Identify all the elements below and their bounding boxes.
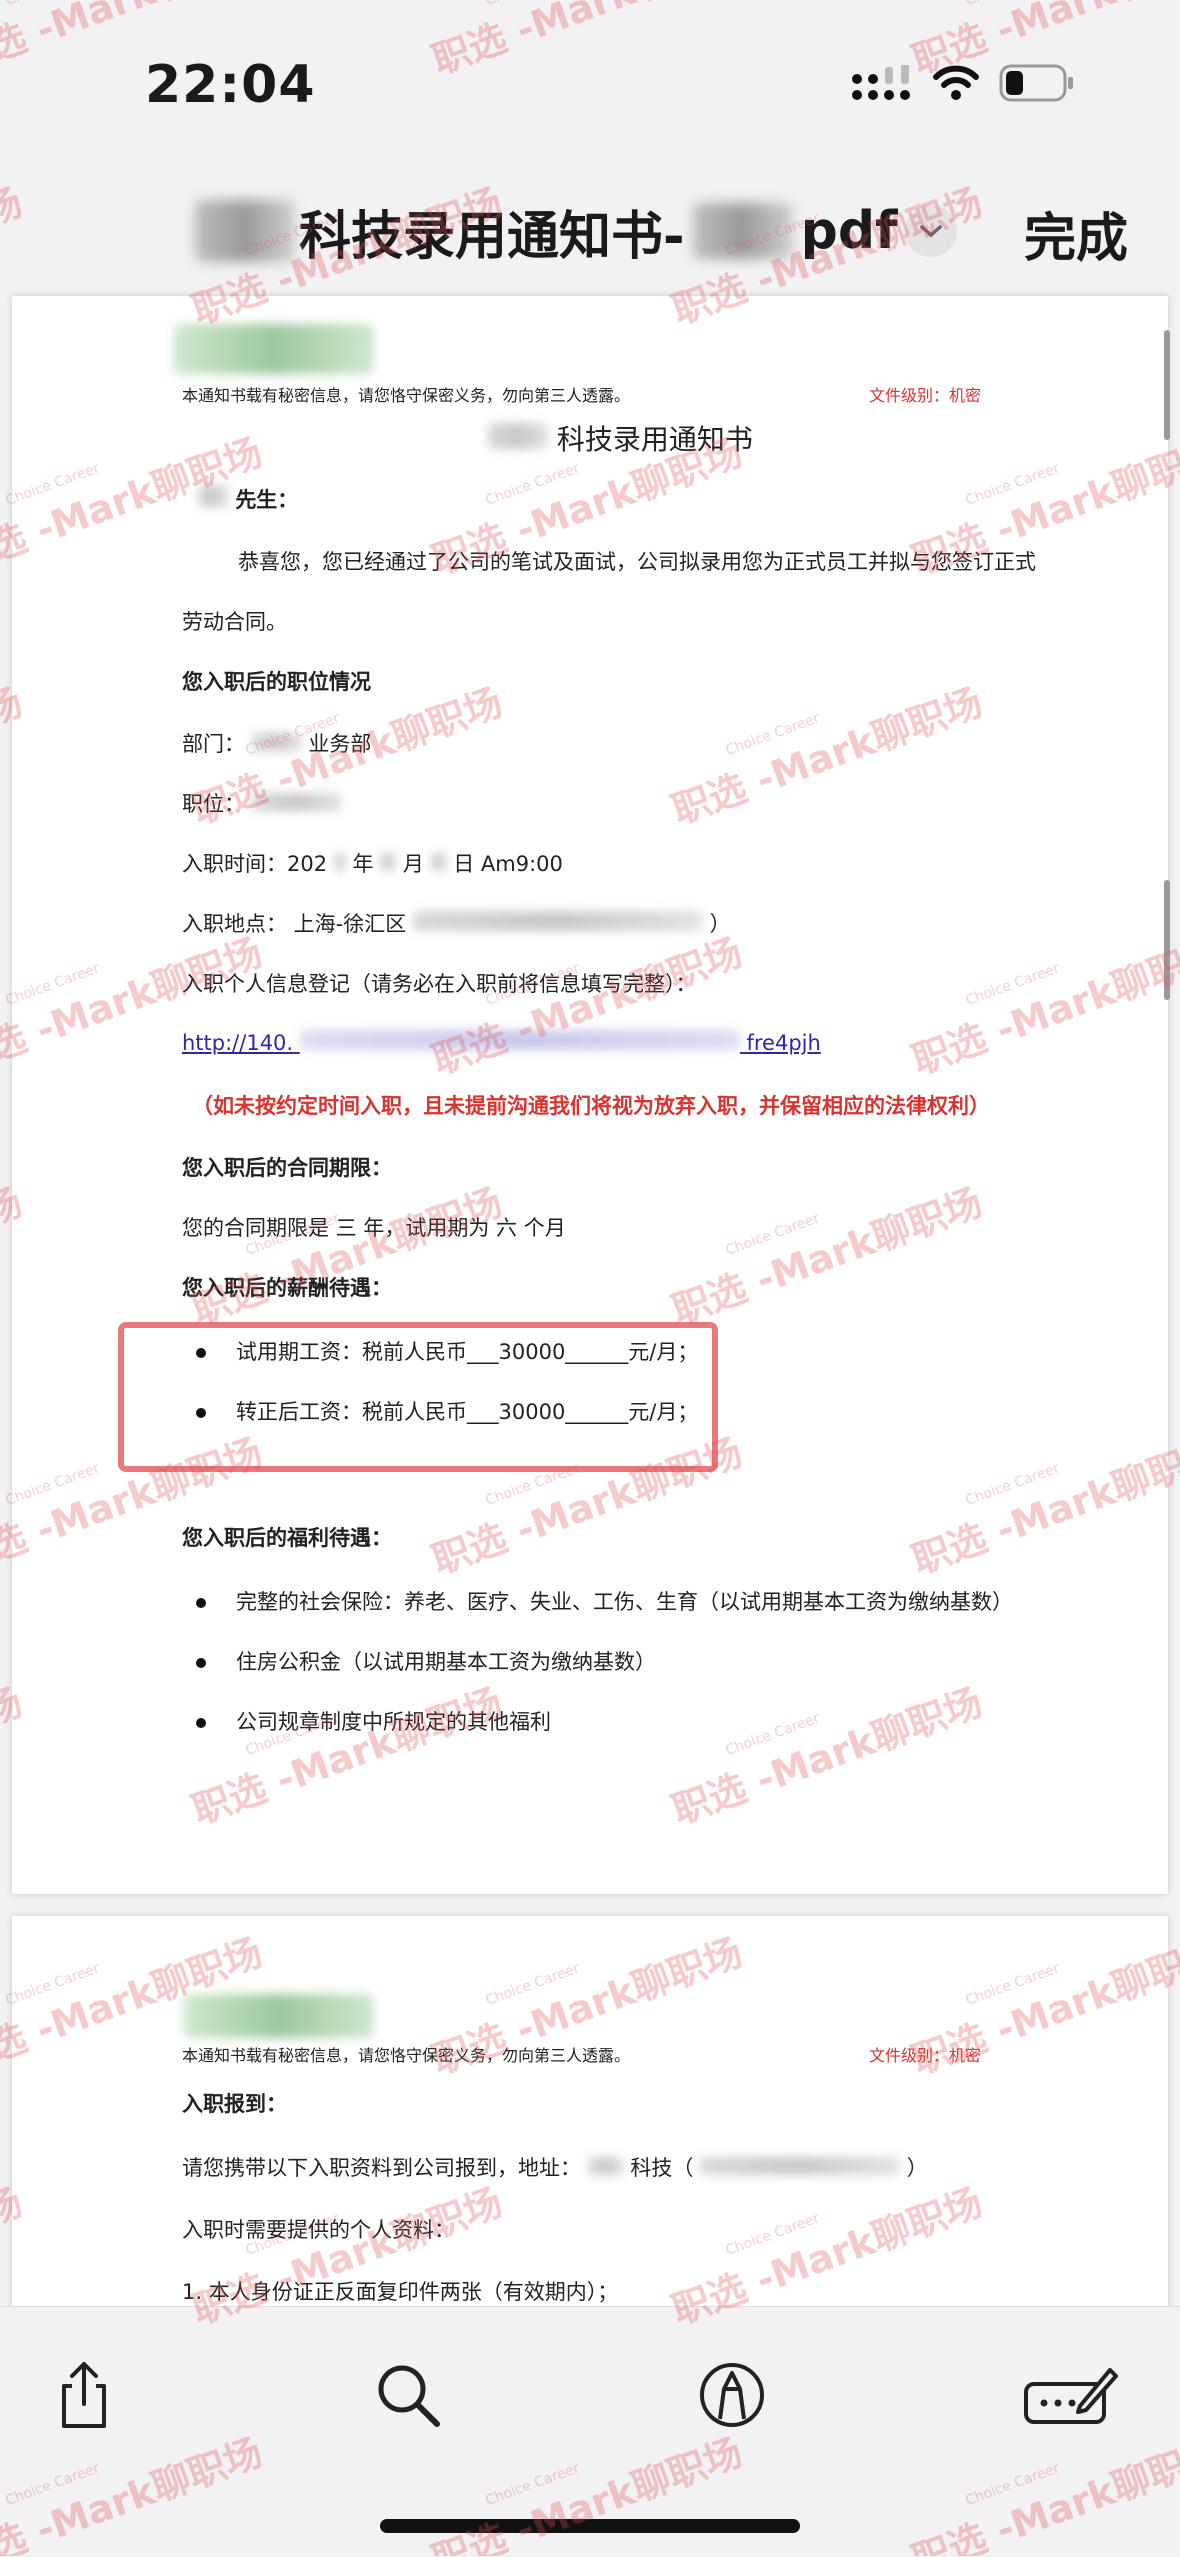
link-prefix: http://140. [182,1031,294,1055]
department-label: 部门： [182,732,245,756]
welfare-item-text: 住房公积金（以试用期基本工资为缴纳基数） [236,1650,656,1674]
department-line: 部门： 业务部 [182,728,371,758]
file-level: 文件级别：机密 [869,2046,982,2065]
redacted-address [700,2157,901,2175]
salutation: 先生： [198,484,298,514]
company-logo [174,324,374,374]
done-button[interactable]: 完成 [1024,196,1128,271]
scroll-indicator[interactable] [1164,330,1170,440]
start-time-day: 日 Am9:00 [453,852,563,876]
share-icon [62,2362,106,2428]
redacted-link [299,1030,740,1050]
signal-icon [851,65,913,101]
start-time-year: 年 [352,852,374,876]
report-text-end: ） [906,2156,928,2180]
position-label: 职位： [182,792,245,816]
pdf-page-2[interactable]: 本通知书载有秘密信息，请您恪守保密义务，勿向第三人透露。 文件级别：机密 入职报… [12,1916,1168,2336]
contract-heading: 您入职后的合同期限： [182,1156,392,1180]
redacted-day [430,853,447,871]
intro-line-2: 劳动合同。 [182,610,287,634]
status-bar: 22:04 [0,0,1180,150]
bullet-icon [196,1658,206,1668]
bullet-icon [196,1718,206,1728]
company-logo [184,1994,374,2038]
markup-button[interactable] [692,2355,772,2435]
report-text-mid: 科技（ [630,2156,694,2180]
redacted-month [380,853,397,871]
document-title-text: 科技录用通知书- [299,206,685,267]
registration-line: 入职个人信息登记（请务必在入职前将信息填写完整）： [182,972,697,996]
start-time-label: 入职时间：202 [182,852,328,876]
redacted-surname [198,485,228,507]
position-line: 职位： [182,788,342,818]
doc-title-text: 科技录用通知书 [556,423,753,456]
title-menu-button[interactable] [905,205,957,257]
redacted-company [488,423,548,449]
search-button[interactable] [368,2355,448,2435]
status-time: 22:04 [145,55,316,115]
status-icons [851,64,1075,102]
location-line: 入职地点： 上海-徐汇区 ） [182,908,731,938]
doc-title: 科技录用通知书 [488,418,753,458]
intro-line-1: 恭喜您，您已经通过了公司的笔试及面试，公司拟录用您为正式员工并拟与您签订正式 [238,550,1036,574]
markup-icon [700,2363,764,2427]
welfare-item: 完整的社会保险：养老、医疗、失业、工伤、生育（以试用期基本工资为缴纳基数） [196,1586,1013,1616]
materials-item: 1. 本人身份证正反面复印件两张（有效期内）； [182,2280,619,2304]
document-title-ext: pdf [800,201,898,261]
confidential-notice: 本通知书载有秘密信息，请您恪守保密义务，勿向第三人透露。 [182,2046,631,2065]
scroll-indicator[interactable] [1164,880,1170,1000]
bottom-toolbar [0,2306,1180,2557]
link-suffix: fre4pjh [746,1031,821,1055]
warning-line: （如未按约定时间入职，且未提前沟通我们将视为放弃入职，并保留相应的法律权利） [192,1094,990,1118]
materials-heading: 入职时需要提供的个人资料： [182,2218,455,2242]
report-heading: 入职报到： [182,2092,287,2116]
location-label: 入职地点： 上海-徐汇区 [182,912,407,936]
redacted-address [412,911,703,931]
welfare-item: 公司规章制度中所规定的其他福利 [196,1706,551,1736]
home-indicator [380,2519,800,2533]
welfare-item: 住房公积金（以试用期基本工资为缴纳基数） [196,1646,656,1676]
redacted-company-name [195,200,295,262]
edit-icon [1024,2368,1118,2424]
battery-icon [999,64,1075,102]
registration-link[interactable]: http://140. fre4pjh [182,1030,821,1055]
position-heading: 您入职后的职位情况 [182,670,371,694]
start-time-line: 入职时间：202 年 月 日 Am9:00 [182,848,563,878]
redacted-position [251,793,342,811]
chevron-down-icon [920,225,942,238]
report-text-start: 请您携带以下入职资料到公司报到，地址： [182,2156,581,2180]
report-text: 请您携带以下入职资料到公司报到，地址： 科技（ ） [182,2152,928,2182]
department-value: 业务部 [308,732,372,756]
redacted-year [333,853,346,871]
salary-heading: 您入职后的薪酬待遇： [182,1276,392,1300]
contract-text: 您的合同期限是 三 年，试用期为 六 个月 [182,1216,566,1240]
salutation-text: 先生： [235,488,299,512]
search-icon [378,2365,440,2427]
redacted-department [251,733,302,751]
bullet-icon [196,1598,206,1608]
location-close: ） [709,912,731,936]
salary-highlight-box [118,1322,718,1472]
file-level: 文件级别：机密 [869,386,982,405]
pdf-page-1[interactable]: 本通知书载有秘密信息，请您恪守保密义务，勿向第三人透露。 文件级别：机密 科技录… [12,296,1168,1894]
welfare-item-text: 公司规章制度中所规定的其他福利 [236,1710,551,1734]
redacted-company [587,2157,624,2175]
document-title[interactable]: 科技录用通知书- pdf [195,196,898,267]
redacted-name [692,203,793,259]
edit-button[interactable] [1020,2355,1120,2435]
wifi-icon [933,65,979,101]
welfare-item-text: 完整的社会保险：养老、医疗、失业、工伤、生育（以试用期基本工资为缴纳基数） [236,1590,1013,1614]
welfare-heading: 您入职后的福利待遇： [182,1526,392,1550]
start-time-month: 月 [402,852,424,876]
confidential-notice: 本通知书载有秘密信息，请您恪守保密义务，勿向第三人透露。 [182,386,631,405]
share-button[interactable] [44,2355,124,2435]
